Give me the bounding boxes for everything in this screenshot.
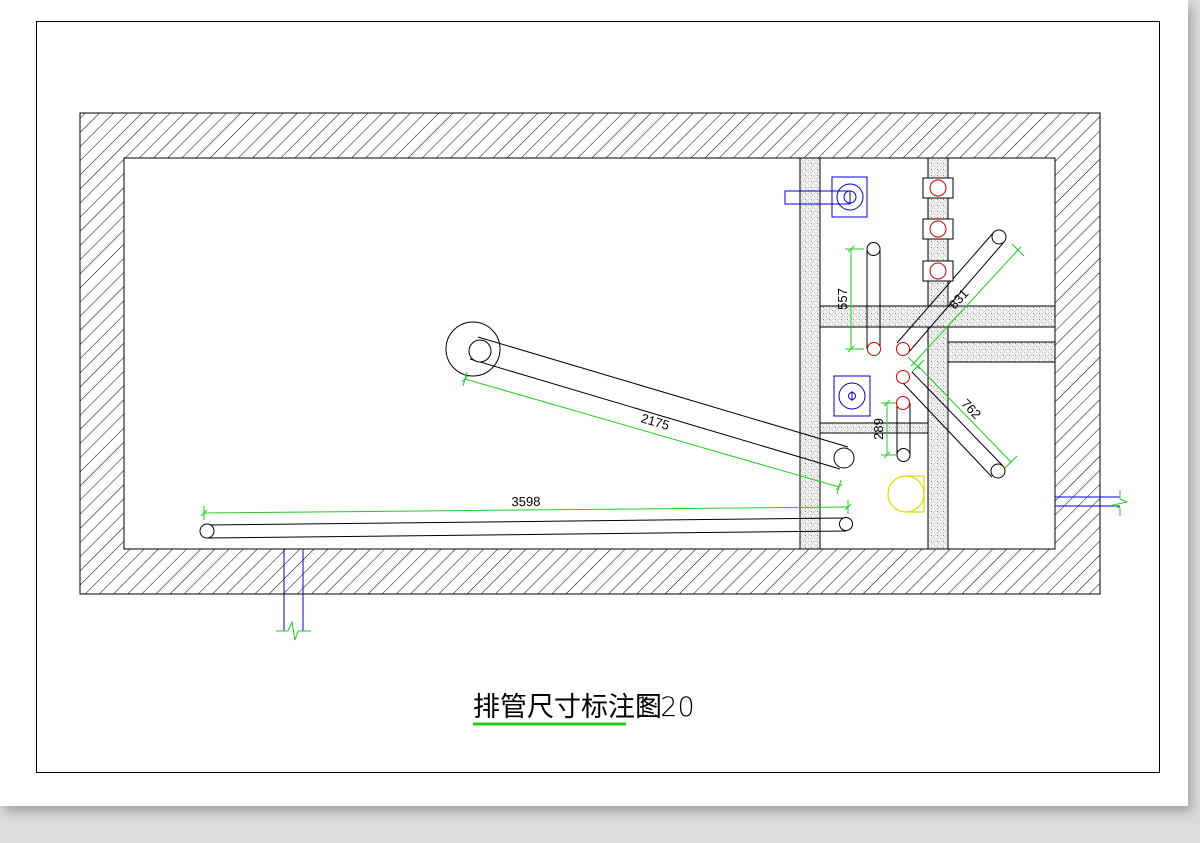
dimension-label-2175: 2175 [639, 410, 671, 432]
valve-openings [867, 342, 910, 410]
wall-valves [922, 177, 954, 282]
drawing-sheet: 3598 2175 557 289 831 762 排管尺寸标注图 1:20 [0, 0, 1188, 806]
fixture-middle [833, 375, 871, 417]
drain-fixture [887, 475, 925, 513]
opening-a [867, 342, 881, 356]
pipe-3598 [199, 517, 853, 539]
partition-horizontal-mid [947, 341, 1056, 363]
dimension-label-289: 289 [871, 418, 886, 440]
partition-vertical-right [927, 157, 949, 550]
pipe-2175-end-left [468, 339, 492, 363]
dimension-label-3598: 3598 [511, 494, 540, 509]
opening-d [896, 396, 910, 410]
opening-c [896, 370, 910, 384]
pipe-3598-end-left [199, 523, 215, 539]
break-mark-bottom [276, 620, 311, 641]
pipe-2175 [445, 321, 855, 470]
pipe-557 [866, 242, 881, 349]
opening-b [896, 342, 910, 356]
break-mark-right [1111, 490, 1129, 516]
partition-horizontal-upper [819, 305, 1056, 328]
fixture-top [784, 176, 868, 218]
pipe-831 [896, 229, 1007, 354]
drawing-scale: 1:20 [634, 692, 695, 723]
dimension-label-557: 557 [835, 288, 850, 310]
partition-vertical-left [799, 157, 821, 550]
pipe-3598-end-right [839, 517, 853, 531]
dimension-label-762: 762 [958, 396, 984, 422]
pipe-layout-drawing: 3598 2175 557 289 831 762 排管尺寸标注图 1:20 [36, 21, 1160, 773]
pipe-2175-end-right [833, 447, 855, 469]
